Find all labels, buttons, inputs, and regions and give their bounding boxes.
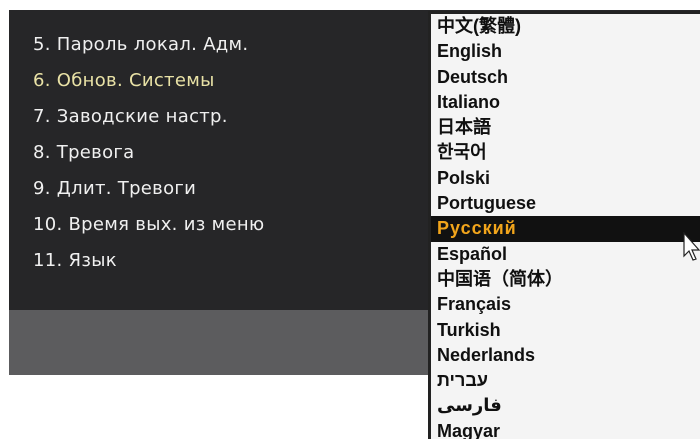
language-option-japanese[interactable]: 日本語 — [431, 115, 700, 140]
language-option-persian[interactable]: فارسی — [431, 393, 700, 418]
menu-item-number: 6. — [33, 70, 51, 91]
menu-item-label: Язык — [68, 250, 117, 271]
language-option-turkish[interactable]: Turkish — [431, 318, 700, 343]
menu-item-system-update[interactable]: 6. Обнов. Системы — [33, 63, 264, 99]
language-option-polish[interactable]: Polski — [431, 166, 700, 191]
language-option-spanish[interactable]: Español — [431, 242, 700, 267]
language-option-italian[interactable]: Italiano — [431, 90, 700, 115]
language-option-german[interactable]: Deutsch — [431, 65, 700, 90]
menu-item-factory-reset[interactable]: 7. Заводские настр. — [33, 99, 264, 135]
language-option-korean[interactable]: 한국어 — [431, 140, 700, 165]
menu-item-alarm-duration[interactable]: 9. Длит. Тревоги — [33, 171, 264, 207]
language-dropdown[interactable]: 中文(繁體) English Deutsch Italiano 日本語 한국어 … — [428, 11, 700, 439]
menu-item-label: Пароль локал. Адм. — [56, 34, 249, 55]
osd-screen: 5. Пароль локал. Адм. 6. Обнов. Системы 7.… — [0, 0, 700, 439]
language-option-list: 中文(繁體) English Deutsch Italiano 日本語 한국어 … — [431, 14, 700, 439]
menu-item-language[interactable]: 11. Язык — [33, 243, 264, 279]
menu-item-number: 9. — [33, 178, 51, 199]
menu-item-label: Заводские настр. — [56, 106, 228, 127]
menu-item-number: 10. — [33, 214, 63, 235]
language-option-french[interactable]: Français — [431, 292, 700, 317]
menu-item-label: Обнов. Системы — [56, 70, 215, 91]
menu-item-number: 8. — [33, 142, 51, 163]
language-option-traditional-chinese[interactable]: 中文(繁體) — [431, 14, 700, 39]
mouse-pointer-icon — [683, 232, 700, 261]
language-option-simplified-chinese[interactable]: 中国语（简体） — [431, 267, 700, 292]
language-option-russian[interactable]: Русский — [431, 216, 700, 242]
menu-item-label: Время вых. из меню — [68, 214, 265, 235]
settings-menu-list: 5. Пароль локал. Адм. 6. Обнов. Системы 7.… — [33, 27, 264, 279]
language-option-hungarian[interactable]: Magyar — [431, 419, 700, 439]
language-option-portuguese[interactable]: Portuguese — [431, 191, 700, 216]
language-option-hebrew[interactable]: עברית — [431, 368, 700, 393]
menu-item-label: Длит. Тревоги — [56, 178, 197, 199]
menu-item-admin-password[interactable]: 5. Пароль локал. Адм. — [33, 27, 264, 63]
menu-item-menu-timeout[interactable]: 10. Время вых. из меню — [33, 207, 264, 243]
menu-item-alarm[interactable]: 8. Тревога — [33, 135, 264, 171]
menu-item-label: Тревога — [56, 142, 135, 163]
menu-item-number: 5. — [33, 34, 51, 55]
menu-item-number: 11. — [33, 250, 63, 271]
menu-item-number: 7. — [33, 106, 51, 127]
language-option-english[interactable]: English — [431, 39, 700, 64]
language-option-dutch[interactable]: Nederlands — [431, 343, 700, 368]
